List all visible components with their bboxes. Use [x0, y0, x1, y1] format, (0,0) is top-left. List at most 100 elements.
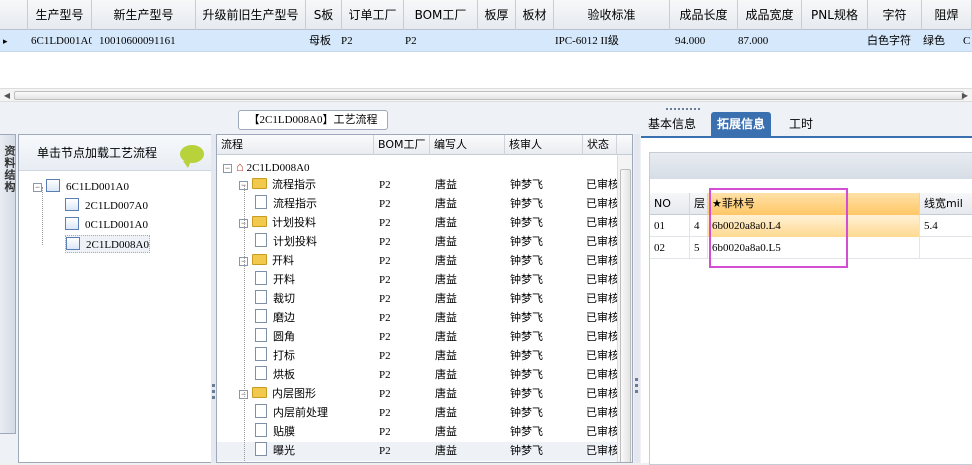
cell-old-model[interactable] [196, 30, 306, 52]
cell-writer: 唐益 [435, 198, 457, 210]
col-solder[interactable]: 阻焊 [922, 0, 972, 30]
cell-bom: P2 [379, 198, 391, 210]
flow-row[interactable]: 计划投料 P2 唐益 钟梦飞 已审核 [217, 233, 617, 252]
cell-bom: P2 [379, 217, 391, 229]
flow-row[interactable]: 内层前处理 P2 唐益 钟梦飞 已审核 [217, 404, 617, 423]
flow-row[interactable]: 打标 P2 唐益 钟梦飞 已审核 [217, 347, 617, 366]
flow-row[interactable]: − 计划投料 P2 唐益 钟梦飞 已审核 [217, 214, 617, 233]
flow-row[interactable]: 磨边 P2 唐益 钟梦飞 已审核 [217, 309, 617, 328]
collapse-icon[interactable]: − [223, 164, 232, 173]
cell-writer: 唐益 [435, 369, 457, 381]
cell-solder[interactable]: 绿色 [920, 30, 960, 52]
highlight-box [709, 188, 848, 268]
flow-row[interactable]: − 流程指示 P2 唐益 钟梦飞 已审核 [217, 176, 617, 195]
speech-bubble-icon[interactable] [180, 145, 204, 168]
cell-no[interactable]: 02 [650, 237, 690, 259]
scroll-right-icon[interactable]: ▶ [959, 90, 971, 101]
cell-order-factory[interactable]: P2 [338, 30, 400, 52]
flow-row[interactable]: 开料 P2 唐益 钟梦飞 已审核 [217, 271, 617, 290]
folder-icon [252, 178, 267, 189]
page-icon [255, 195, 267, 209]
flow-step-label: 流程指示 [273, 198, 317, 210]
col-status[interactable]: 状态 [583, 135, 617, 155]
cell-s-board[interactable]: 母板 [306, 30, 342, 52]
flow-row[interactable]: − 开料 P2 唐益 钟梦飞 已审核 [217, 252, 617, 271]
structure-tree-panel: 单击节点加载工艺流程 − 6C1LD001A0 2C1LD007A0 0C1LD0… [18, 134, 213, 463]
cell-line-width[interactable]: 5.4 [920, 215, 972, 237]
cell-reviewer: 钟梦飞 [510, 236, 543, 248]
vertical-scrollbar[interactable] [617, 155, 632, 462]
cell-extra[interactable]: C [960, 30, 972, 52]
flow-row[interactable]: − 内层图形 P2 唐益 钟梦飞 已审核 [217, 385, 617, 404]
cell-status: 已审核 [586, 293, 617, 305]
flow-row[interactable]: 贴膜 P2 唐益 钟梦飞 已审核 [217, 423, 617, 442]
table-row[interactable]: ▸ 6C1LD001A0 10010600091161 母板 P2 P2 IPC… [0, 30, 972, 52]
col-s-board[interactable]: S板 [306, 0, 342, 30]
cell-layer[interactable]: 4 [690, 215, 708, 237]
tree-node-child[interactable]: 2C1LD007A0 [65, 197, 148, 215]
flow-step-label: 打标 [273, 350, 295, 362]
cell-prod-model[interactable]: 6C1LD001A0 [28, 30, 92, 52]
col-new-model[interactable]: 新生产型号 [92, 0, 196, 30]
cell-reviewer: 钟梦飞 [510, 274, 543, 286]
cell-pnl[interactable] [802, 30, 868, 52]
col-width[interactable]: 成品宽度 [738, 0, 802, 30]
flow-row[interactable]: 裁切 P2 唐益 钟梦飞 已审核 [217, 290, 617, 309]
cell-status: 已审核 [586, 350, 617, 362]
flow-root-row[interactable]: − ⌂ 2C1LD008A0 [217, 157, 617, 176]
cell-thickness[interactable] [478, 30, 516, 52]
cell-char[interactable]: 白色字符 [864, 30, 918, 52]
tree-node-root[interactable]: − 6C1LD001A0 [33, 178, 129, 196]
flow-step-label: 开料 [273, 274, 295, 286]
col-thickness[interactable]: 板厚 [478, 0, 516, 30]
col-order-factory[interactable]: 订单工厂 [342, 0, 404, 30]
col-standard[interactable]: 验收标准 [554, 0, 670, 30]
col-material[interactable]: 板材 [516, 0, 554, 30]
col-prod-model[interactable]: 生产型号 [28, 0, 92, 30]
cell-layer[interactable]: 5 [690, 237, 708, 259]
flow-row[interactable]: 烘板 P2 唐益 钟梦飞 已审核 [217, 366, 617, 385]
col-no[interactable]: NO [650, 193, 690, 215]
cell-reviewer: 钟梦飞 [510, 407, 543, 419]
horizontal-scrollbar[interactable]: ◀ ▶ [0, 88, 972, 102]
flow-row[interactable]: 曝光 P2 唐益 钟梦飞 已审核 [217, 442, 617, 461]
tab-extended-info[interactable]: 拓展信息 [711, 112, 772, 136]
scroll-thumb[interactable] [14, 91, 964, 100]
col-char[interactable]: 字符 [868, 0, 922, 30]
cell-length[interactable]: 94.000 [672, 30, 740, 52]
cell-width[interactable]: 87.000 [735, 30, 799, 52]
cell-bom-factory[interactable]: P2 [402, 30, 476, 52]
cell-standard[interactable]: IPC-6012 II级 [552, 30, 668, 52]
col-line-width[interactable]: 线宽mil [920, 193, 972, 215]
cell-writer: 唐益 [435, 388, 457, 400]
cell-bom: P2 [379, 255, 391, 267]
col-length[interactable]: 成品长度 [670, 0, 738, 30]
col-bom[interactable]: BOM工厂 [374, 135, 430, 155]
cell-material[interactable] [516, 30, 554, 52]
col-flow[interactable]: 流程 [217, 135, 374, 155]
page-icon [255, 271, 267, 285]
tree-node-selected[interactable]: 2C1LD008A0 [65, 235, 150, 253]
tab-basic-info[interactable]: 基本信息 [642, 112, 702, 136]
tab-structure[interactable]: 资料结构 [0, 134, 16, 434]
col-old-model[interactable]: 升级前旧生产型号 [196, 0, 306, 30]
cell-reviewer: 钟梦飞 [510, 369, 543, 381]
col-bom-factory[interactable]: BOM工厂 [404, 0, 478, 30]
collapse-icon[interactable]: − [33, 183, 42, 192]
scroll-left-icon[interactable]: ◀ [1, 90, 13, 101]
col-pnl[interactable]: PNL规格 [802, 0, 868, 30]
col-layer[interactable]: 层 [690, 193, 708, 215]
col-reviewer[interactable]: 核审人 [505, 135, 583, 155]
scroll-thumb[interactable] [620, 169, 631, 462]
cell-writer: 唐益 [435, 179, 457, 191]
cell-line-width[interactable] [920, 237, 972, 259]
cell-new-model[interactable]: 10010600091161 [96, 30, 196, 52]
flow-row[interactable]: 流程指示 P2 唐益 钟梦飞 已审核 [217, 195, 617, 214]
grip-icon[interactable] [666, 108, 700, 111]
col-writer[interactable]: 编写人 [430, 135, 505, 155]
tree-node-child[interactable]: 0C1LD001A0 [65, 216, 148, 234]
tab-work-hours[interactable]: 工时 [783, 112, 819, 136]
flow-row[interactable]: 圆角 P2 唐益 钟梦飞 已审核 [217, 328, 617, 347]
cell-no[interactable]: 01 [650, 215, 690, 237]
splitter-right[interactable] [634, 134, 640, 463]
